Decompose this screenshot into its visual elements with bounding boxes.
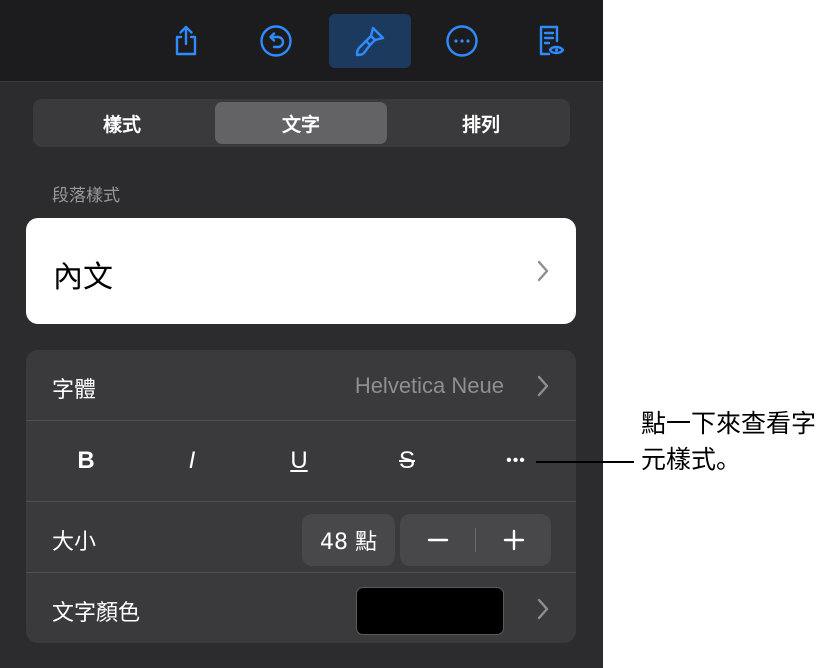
font-value: Helvetica Neue xyxy=(354,373,504,398)
format-panel: 樣式 文字 排列 段落樣式 內文 字體 Helvetica Neue B I U… xyxy=(0,0,603,668)
share-icon xyxy=(175,25,197,56)
callout-text: 點一下來查看字元樣式。 xyxy=(641,409,817,474)
paragraph-style-section-label: 段落樣式 xyxy=(52,186,120,206)
tab-style[interactable]: 樣式 xyxy=(36,102,208,144)
chevron-right-icon xyxy=(537,260,549,282)
italic-button[interactable]: I xyxy=(162,421,222,501)
toolbar xyxy=(0,0,603,82)
minus-icon xyxy=(427,538,448,542)
bold-button[interactable]: B xyxy=(56,421,116,501)
strikethrough-button[interactable]: S xyxy=(377,421,437,501)
share-button[interactable] xyxy=(145,14,227,68)
character-format-row: B I U S ••• xyxy=(26,421,576,501)
plus-icon xyxy=(503,529,524,551)
text-color-label: 文字顏色 xyxy=(52,601,141,626)
decrease-size-button[interactable] xyxy=(400,514,475,566)
paintbrush-icon xyxy=(355,26,385,57)
undo-icon xyxy=(260,25,292,57)
size-stepper xyxy=(400,514,551,566)
paragraph-style-value: 內文 xyxy=(53,260,113,295)
font-row[interactable]: 字體 Helvetica Neue xyxy=(26,350,576,420)
increase-size-button[interactable] xyxy=(476,514,551,566)
more-button[interactable] xyxy=(421,14,503,68)
format-tabs: 樣式 文字 排列 xyxy=(33,99,570,147)
size-field[interactable]: 48 點 xyxy=(302,514,395,566)
size-row: 大小 48 點 xyxy=(26,502,576,572)
document-eye-icon xyxy=(539,25,565,56)
chevron-right-icon xyxy=(537,598,549,620)
text-color-swatch[interactable] xyxy=(356,587,504,635)
tab-text[interactable]: 文字 xyxy=(215,102,387,144)
size-label: 大小 xyxy=(52,530,97,555)
paragraph-style-row[interactable]: 內文 xyxy=(26,218,576,324)
ellipsis-circle-icon xyxy=(446,25,478,57)
text-options-group: 字體 Helvetica Neue B I U S ••• 大小 48 點 文字… xyxy=(26,350,576,643)
tab-arrange[interactable]: 排列 xyxy=(395,102,567,144)
underline-button[interactable]: U xyxy=(269,421,329,501)
callout-line xyxy=(536,461,634,463)
font-label: 字體 xyxy=(52,378,97,403)
reading-view-button[interactable] xyxy=(509,14,591,68)
format-button[interactable] xyxy=(329,14,411,68)
text-color-row: 文字顏色 xyxy=(26,573,576,643)
chevron-right-icon xyxy=(537,375,549,397)
undo-button[interactable] xyxy=(235,14,317,68)
